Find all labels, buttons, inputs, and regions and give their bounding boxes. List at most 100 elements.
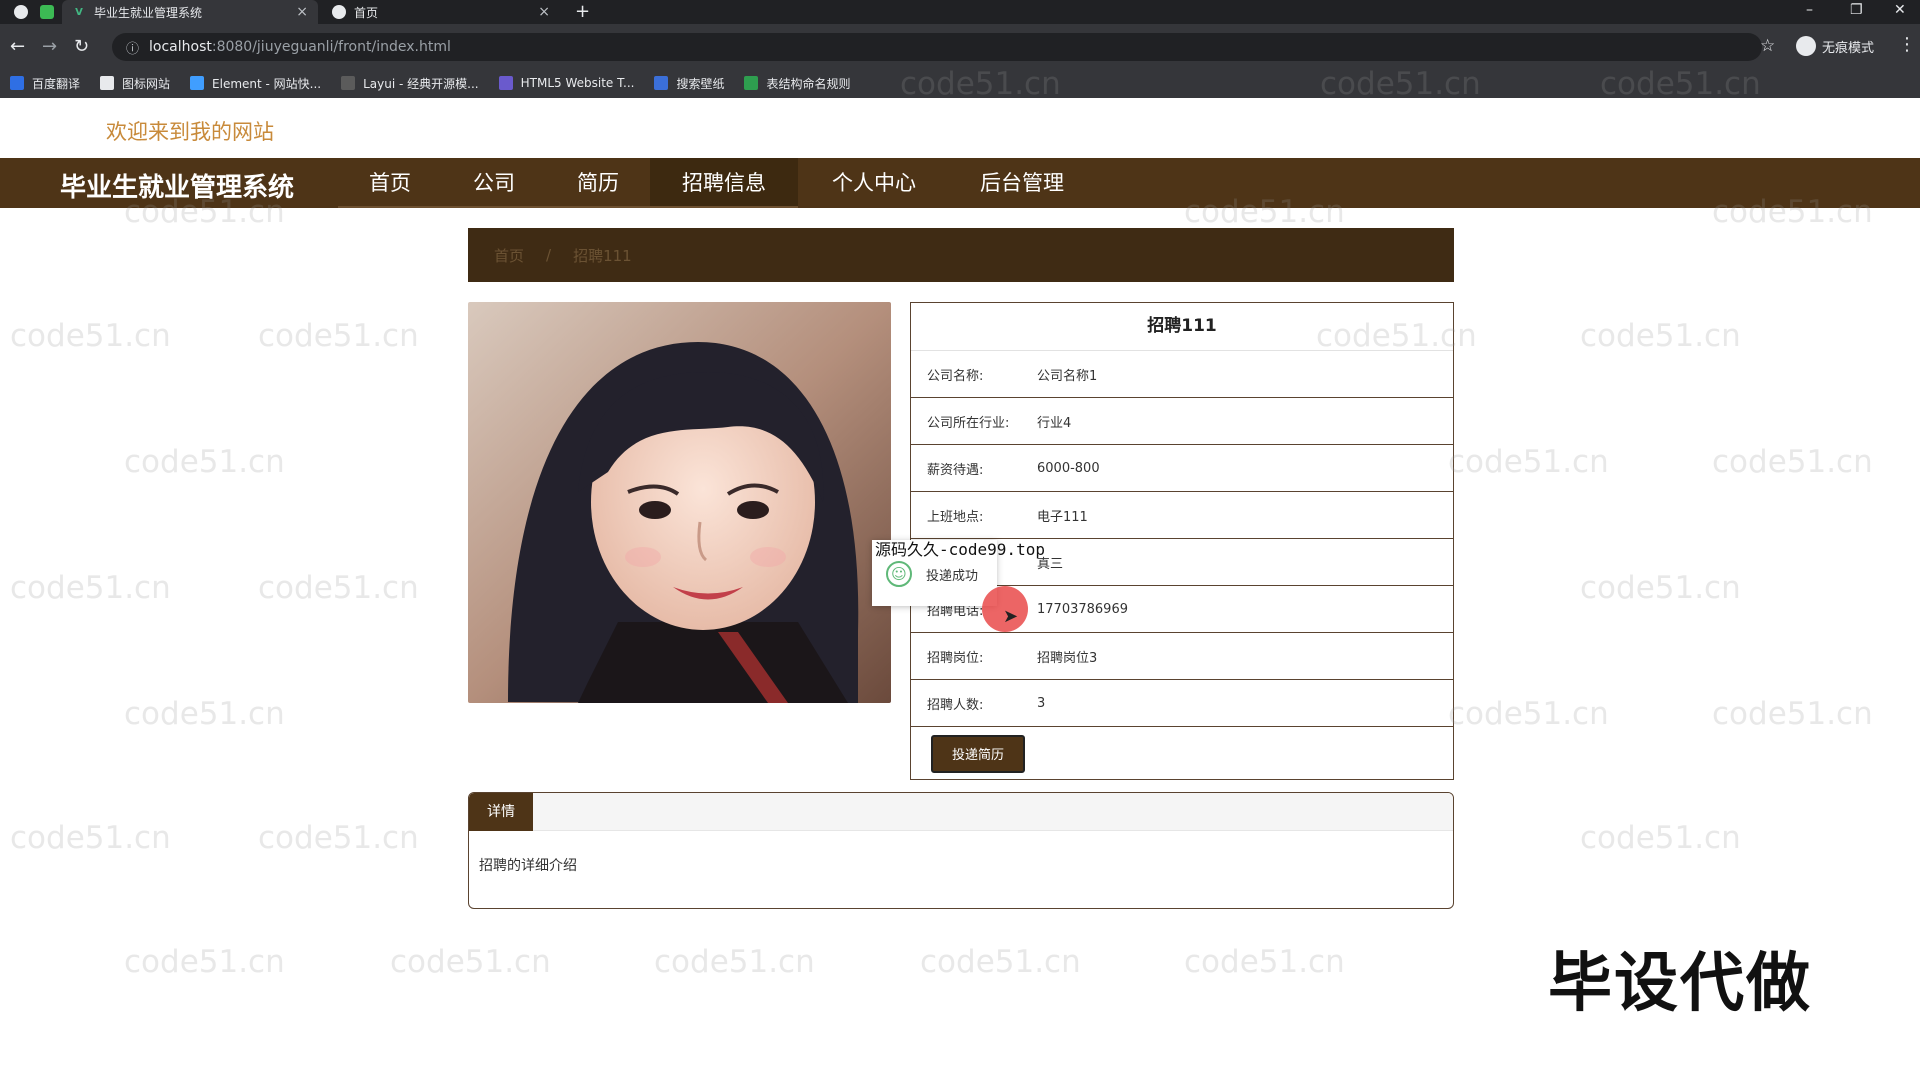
watermark: code51.cn <box>10 570 171 606</box>
back-icon[interactable]: ← <box>10 36 25 57</box>
close-icon[interactable]: × <box>296 4 308 20</box>
bookmark-label: Element - 网站快... <box>212 76 322 91</box>
url-input[interactable]: ⓘ localhost :8080/jiuyeguanli/front/inde… <box>112 33 1762 61</box>
close-icon[interactable]: × <box>538 4 550 20</box>
apply-row: 投递简历 <box>911 727 1453 780</box>
detail-content: 招聘的详细介绍 <box>479 858 577 874</box>
info-row-salary: 薪资待遇: 6000-800 <box>911 445 1453 492</box>
incognito-indicator[interactable]: 无痕模式 <box>1796 36 1874 56</box>
row-value: 行业4 <box>1037 415 1072 431</box>
watermark: code51.cn <box>10 820 171 856</box>
restore-icon[interactable]: ❐ <box>1850 2 1863 18</box>
reload-icon[interactable]: ↻ <box>74 36 89 57</box>
watermark: code51.cn <box>920 944 1081 980</box>
bookmarks-bar: 百度翻译 图标网站 Element - 网站快... Layui - 经典开源模… <box>0 68 1920 98</box>
welcome-text: 欢迎来到我的网站 <box>106 120 274 144</box>
watermark: code51.cn <box>258 820 419 856</box>
tab-detail[interactable]: 详情 <box>469 793 533 831</box>
bookmark-label: HTML5 Website T... <box>520 76 635 90</box>
watermark: code51.cn <box>1712 444 1873 480</box>
nav-home[interactable]: 首页 <box>360 158 420 208</box>
new-tab-button[interactable]: + <box>575 1 590 22</box>
row-label: 薪资待遇: <box>927 462 984 478</box>
watermark: code51.cn <box>390 944 551 980</box>
browser-menu-icon[interactable]: ⋮ <box>1898 34 1916 55</box>
watermark: code51.cn <box>1580 570 1741 606</box>
row-value: 电子111 <box>1037 509 1088 525</box>
promo-overlay-text: 毕设代做 <box>1548 947 1812 1021</box>
close-window-icon[interactable]: ✕ <box>1894 2 1906 18</box>
breadcrumb-current: 招聘111 <box>573 246 632 265</box>
row-value: 招聘岗位3 <box>1037 650 1098 666</box>
watermark: code51.cn <box>10 318 171 354</box>
watermark: code51.cn <box>1580 820 1741 856</box>
breadcrumb: 首页 / 招聘111 <box>468 228 1454 282</box>
translate-icon <box>10 76 24 90</box>
bookmark-item[interactable]: 图标网站 <box>100 75 170 92</box>
detail-tabbar: 详情 <box>469 793 1453 831</box>
row-label: 招聘岗位: <box>927 650 984 666</box>
site-brand[interactable]: 毕业生就业管理系统 <box>60 167 294 204</box>
wallpaper-icon <box>654 76 669 90</box>
main-navbar: 毕业生就业管理系统 首页 公司 简历 招聘信息 个人中心 后台管理 <box>0 158 1920 208</box>
nav-resume[interactable]: 简历 <box>568 158 628 208</box>
tab-group-icon[interactable] <box>40 5 54 19</box>
row-value: 真三 <box>1037 556 1064 572</box>
bookmark-item[interactable]: Layui - 经典开源模... <box>341 75 479 92</box>
row-label: 招聘人数: <box>927 697 984 713</box>
info-row-industry: 公司所在行业: 行业4 <box>911 398 1453 445</box>
row-value: 3 <box>1037 695 1046 711</box>
row-value: 17703786969 <box>1037 601 1128 617</box>
bookmark-item[interactable]: Element - 网站快... <box>190 75 321 92</box>
watermark: code51.cn <box>1448 696 1609 732</box>
info-row-company: 公司名称: 公司名称1 <box>911 351 1453 398</box>
nav-company[interactable]: 公司 <box>464 158 524 208</box>
incognito-icon <box>1796 36 1816 56</box>
row-value: 公司名称1 <box>1037 368 1098 384</box>
address-bar-row: ← → ↻ ⓘ localhost :8080/jiuyeguanli/fron… <box>0 24 1920 68</box>
incognito-label: 无痕模式 <box>1822 40 1875 56</box>
info-row-position: 招聘岗位: 招聘岗位3 <box>911 633 1453 680</box>
layui-icon <box>341 76 356 90</box>
breadcrumb-home[interactable]: 首页 <box>494 245 524 266</box>
nav-admin[interactable]: 后台管理 <box>972 158 1072 208</box>
row-label: 公司名称: <box>927 368 984 384</box>
sheet-icon <box>744 76 759 90</box>
bookmark-label: 百度翻译 <box>32 76 81 91</box>
nav-personal-center[interactable]: 个人中心 <box>824 158 924 208</box>
detail-panel: 详情 招聘的详细介绍 <box>468 792 1454 909</box>
watermark: code51.cn <box>654 944 815 980</box>
submit-resume-button[interactable]: 投递简历 <box>931 734 1025 773</box>
bookmark-item[interactable]: 百度翻译 <box>10 75 80 92</box>
info-icon: ⓘ <box>126 41 140 57</box>
forward-icon[interactable]: → <box>42 36 57 57</box>
bookmark-label: 表结构命名规则 <box>766 76 851 91</box>
row-value: 6000-800 <box>1037 460 1100 476</box>
watermark: code51.cn <box>1448 444 1609 480</box>
watermark: code51.cn <box>124 944 285 980</box>
bookmark-item[interactable]: 表结构命名规则 <box>744 75 850 92</box>
bookmark-item[interactable]: HTML5 Website T... <box>498 76 635 90</box>
watermark: code51.cn <box>1712 696 1873 732</box>
minimize-icon[interactable]: – <box>1806 2 1813 18</box>
tab-title: 首页 <box>354 5 379 20</box>
bookmark-label: Layui - 经典开源模... <box>363 76 479 91</box>
html5-icon <box>498 76 513 90</box>
tab-home[interactable]: 首页 × <box>322 0 560 24</box>
tab-system[interactable]: V 毕业生就业管理系统 × <box>62 0 318 24</box>
browser-tab-bar: V 毕业生就业管理系统 × 首页 × + – ❐ ✕ <box>0 0 1920 24</box>
row-label: 公司所在行业: <box>927 415 1010 431</box>
bookmark-label: 搜索壁纸 <box>676 76 725 91</box>
globe-icon <box>332 5 346 19</box>
url-host: localhost <box>149 39 212 55</box>
bookmark-item[interactable]: 搜索壁纸 <box>654 75 724 92</box>
watermark: code51.cn <box>258 318 419 354</box>
vue-icon: V <box>75 6 83 18</box>
watermark: code51.cn <box>1580 318 1741 354</box>
bookmark-star-icon[interactable]: ☆ <box>1760 36 1775 56</box>
nav-job-info[interactable]: 招聘信息 <box>650 158 798 208</box>
job-title: 招聘111 <box>911 303 1453 351</box>
info-row-headcount: 招聘人数: 3 <box>911 680 1453 727</box>
tab-title: 毕业生就业管理系统 <box>94 5 203 20</box>
bookmark-label: 图标网站 <box>122 76 171 91</box>
